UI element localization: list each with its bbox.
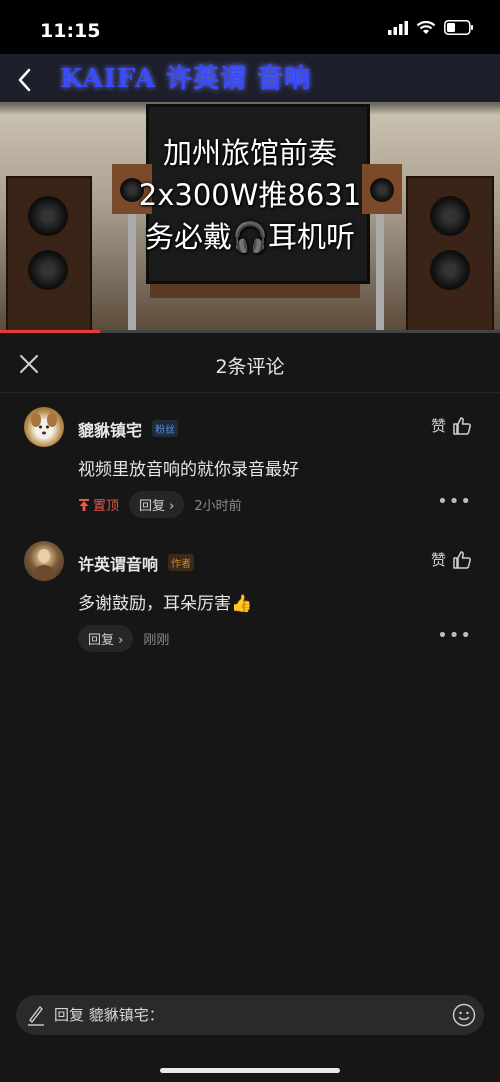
floor-speaker-left: [6, 176, 92, 332]
reply-input-bar: [16, 995, 484, 1035]
pinned-label: 置顶: [93, 499, 120, 514]
thumbs-up-icon: [453, 416, 471, 435]
floor-speaker-right: [406, 176, 494, 332]
pen-icon: [28, 1006, 44, 1026]
avatar[interactable]: [24, 541, 64, 581]
emoji-icon[interactable]: [452, 1003, 476, 1027]
like-button[interactable]: 赞: [431, 415, 472, 436]
comment-count-title: 2条评论: [215, 356, 285, 378]
like-button[interactable]: 赞: [431, 549, 472, 570]
back-arrow-icon[interactable]: [14, 66, 36, 94]
like-label: 赞: [430, 551, 446, 569]
chevron-right-icon: ›: [118, 633, 124, 648]
comment-text: 视频里放音响的就你录音最好: [78, 460, 299, 480]
equipment-table: [150, 284, 360, 298]
chevron-right-icon: ›: [169, 499, 175, 514]
pin-icon: [79, 498, 89, 511]
thumbs-up-icon: [453, 550, 471, 569]
reply-label: 回复: [139, 499, 166, 514]
avatar[interactable]: [24, 407, 64, 447]
comment-author[interactable]: 貔貅镇宅: [78, 417, 142, 441]
caption-line: 2x300W推8631: [138, 178, 362, 212]
comment-sheet: 2条评论 貔貅镇宅 粉丝 赞 视频里放音响的就你录音最好 置顶 回复 › 2小时…: [0, 333, 500, 1082]
comment-text: 多谢鼓励，耳朵厉害👍: [78, 594, 253, 614]
author-badge: 作者: [168, 554, 194, 571]
status-bar: 11:15: [0, 0, 500, 54]
signal-icon: [388, 20, 408, 35]
comment-sheet-header: 2条评论: [0, 333, 500, 393]
status-icons: [388, 20, 474, 35]
store-banner: KAIFA 许英谓 音响: [0, 54, 500, 102]
more-options-icon[interactable]: •••: [437, 491, 472, 512]
battery-icon: [444, 20, 473, 35]
more-options-icon[interactable]: •••: [437, 625, 472, 646]
wifi-icon: [416, 20, 436, 34]
caption-line: 务必戴🎧耳机听: [144, 220, 356, 254]
video-caption: 加州旅馆前奏 2x300W推8631 务必戴🎧耳机听: [120, 132, 380, 258]
comment-author[interactable]: 许英谓音响: [78, 551, 158, 575]
pinned-badge: 置顶: [78, 495, 119, 514]
fan-badge: 粉丝: [152, 420, 178, 437]
reply-button[interactable]: 回复 ›: [129, 491, 185, 518]
comment-time: 刚刚: [143, 633, 170, 648]
reply-button[interactable]: 回复 ›: [78, 625, 134, 652]
caption-line: 加州旅馆前奏: [162, 136, 337, 170]
like-label: 赞: [430, 417, 446, 435]
banner-sign-text: KAIFA 许英谓 音响: [60, 64, 312, 94]
status-time: 11:15: [40, 20, 101, 42]
video-player[interactable]: KAIFA 许英谓 音响 加州旅馆前奏 2x300W推8631 务必戴🎧耳机听: [0, 54, 500, 332]
comment-time: 2小时前: [194, 499, 242, 514]
home-indicator: [160, 1068, 340, 1073]
comment-meta: 置顶 回复 › 2小时前: [78, 491, 242, 518]
comment-meta: 回复 › 刚刚: [78, 625, 169, 652]
reply-input[interactable]: [54, 1001, 434, 1029]
reply-label: 回复: [88, 633, 115, 648]
